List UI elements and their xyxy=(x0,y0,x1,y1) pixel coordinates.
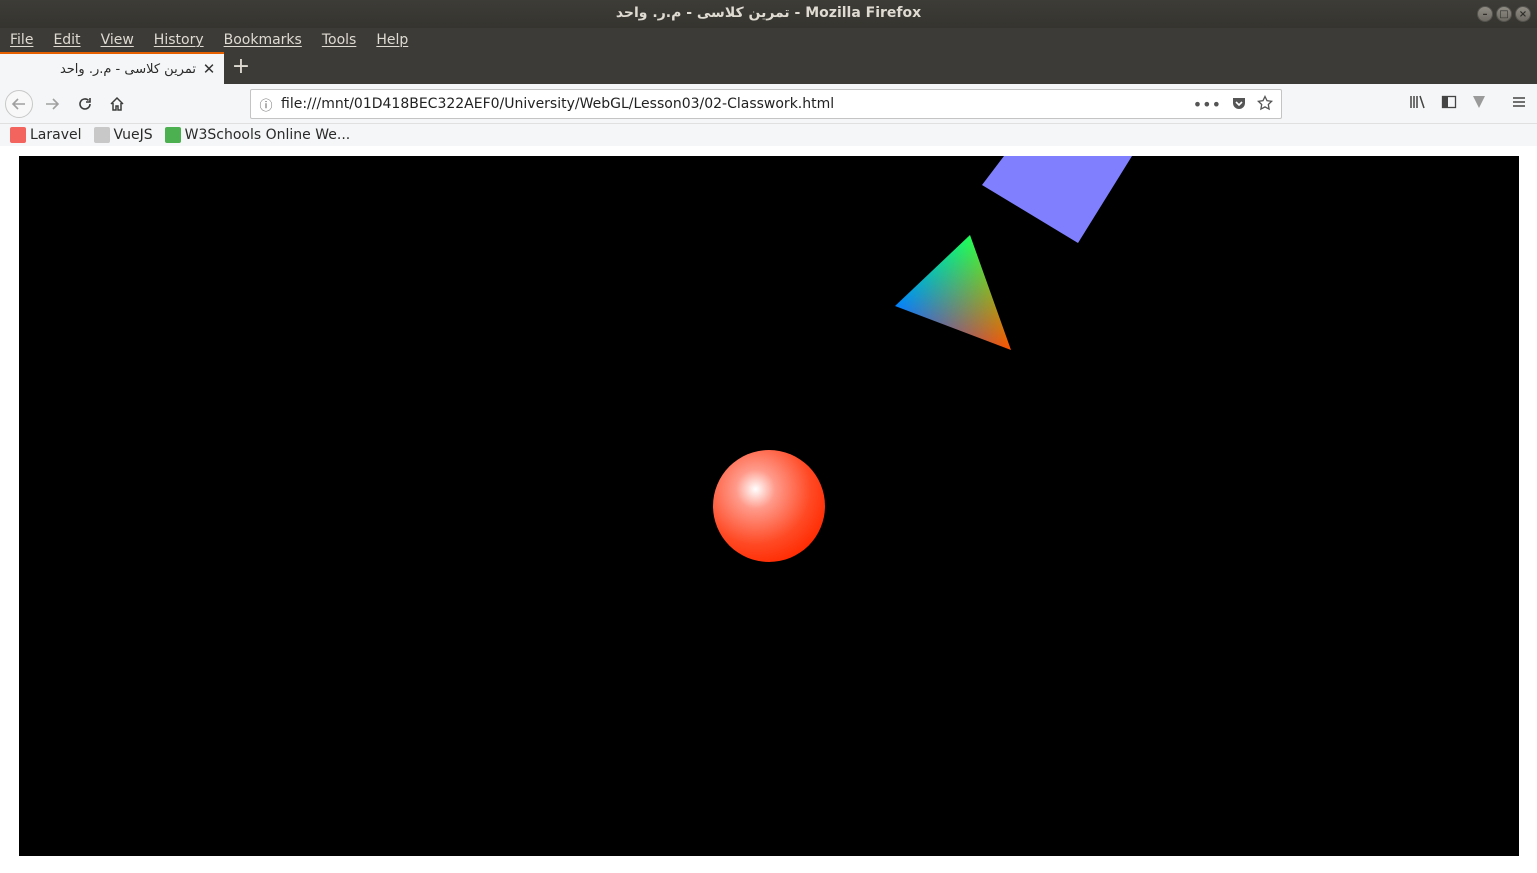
new-tab-button[interactable]: + xyxy=(230,56,252,78)
close-button[interactable]: × xyxy=(1515,6,1531,22)
red-sphere-shape xyxy=(713,450,825,562)
minimize-button[interactable]: – xyxy=(1477,6,1493,22)
library-icon[interactable] xyxy=(1409,94,1427,110)
menu-bar: File Edit View History Bookmarks Tools H… xyxy=(0,28,1537,52)
extension-v-icon[interactable] xyxy=(1471,94,1487,110)
menu-file[interactable]: File xyxy=(0,32,43,48)
menu-help[interactable]: Help xyxy=(366,32,418,48)
sidebar-icon[interactable] xyxy=(1441,94,1457,110)
back-arrow-icon xyxy=(11,98,25,110)
reload-icon xyxy=(79,98,91,110)
navigation-toolbar: ⓘ ••• xyxy=(0,84,1537,124)
menu-tools[interactable]: Tools xyxy=(312,32,367,48)
home-icon xyxy=(110,96,124,111)
pocket-icon[interactable] xyxy=(1231,95,1247,111)
window-controls: – □ × xyxy=(1477,6,1531,22)
page-favicon-icon xyxy=(93,127,110,143)
hamburger-menu-icon[interactable] xyxy=(1511,94,1527,110)
right-toolbar xyxy=(1409,94,1527,110)
page-content xyxy=(0,146,1537,873)
url-input[interactable] xyxy=(281,96,1193,112)
menu-edit[interactable]: Edit xyxy=(43,32,90,48)
bookmark-vuejs[interactable]: VueJS xyxy=(93,127,153,143)
tab-title: تمرین کلاسی - م.ر. واحد xyxy=(59,61,196,77)
maximize-button[interactable]: □ xyxy=(1496,6,1512,22)
page-actions-icon[interactable]: ••• xyxy=(1193,95,1221,114)
webgl-scene xyxy=(713,156,1132,562)
forward-button[interactable] xyxy=(38,90,66,118)
bookmark-w3schools[interactable]: W3Schools Online We... xyxy=(164,127,351,143)
bookmark-label: W3Schools Online We... xyxy=(184,127,351,143)
bookmark-label: VueJS xyxy=(113,127,153,143)
tab-close-icon[interactable]: ✕ xyxy=(202,60,216,78)
window-title: تمرین کلاسی - م.ر. واحد - Mozilla Firefo… xyxy=(615,5,922,21)
back-button[interactable] xyxy=(5,90,33,118)
bookmark-star-icon[interactable] xyxy=(1257,94,1273,111)
tab-active[interactable]: تمرین کلاسی - م.ر. واحد ✕ xyxy=(0,52,224,84)
laravel-favicon-icon xyxy=(10,127,26,143)
bookmarks-toolbar: Laravel VueJS W3Schools Online We... xyxy=(0,124,1537,146)
bookmark-laravel[interactable]: Laravel xyxy=(10,127,82,143)
url-bar[interactable]: ⓘ ••• xyxy=(250,89,1282,119)
tab-bar: تمرین کلاسی - م.ر. واحد ✕ + xyxy=(0,52,1537,84)
info-icon[interactable]: ⓘ xyxy=(251,95,281,114)
webgl-canvas[interactable] xyxy=(19,156,1519,856)
forward-arrow-icon xyxy=(46,98,60,110)
window-titlebar: تمرین کلاسی - م.ر. واحد - Mozilla Firefo… xyxy=(0,0,1537,28)
w3schools-favicon-icon xyxy=(164,127,181,143)
rgb-triangle-shape xyxy=(895,235,1011,350)
bookmark-label: Laravel xyxy=(30,127,82,143)
reload-button[interactable] xyxy=(71,90,99,118)
blue-square-shape xyxy=(982,156,1132,243)
menu-history[interactable]: History xyxy=(144,32,214,48)
menu-view[interactable]: View xyxy=(91,32,144,48)
home-button[interactable] xyxy=(103,90,131,118)
menu-bookmarks[interactable]: Bookmarks xyxy=(214,32,312,48)
url-bar-actions: ••• xyxy=(1193,94,1281,114)
